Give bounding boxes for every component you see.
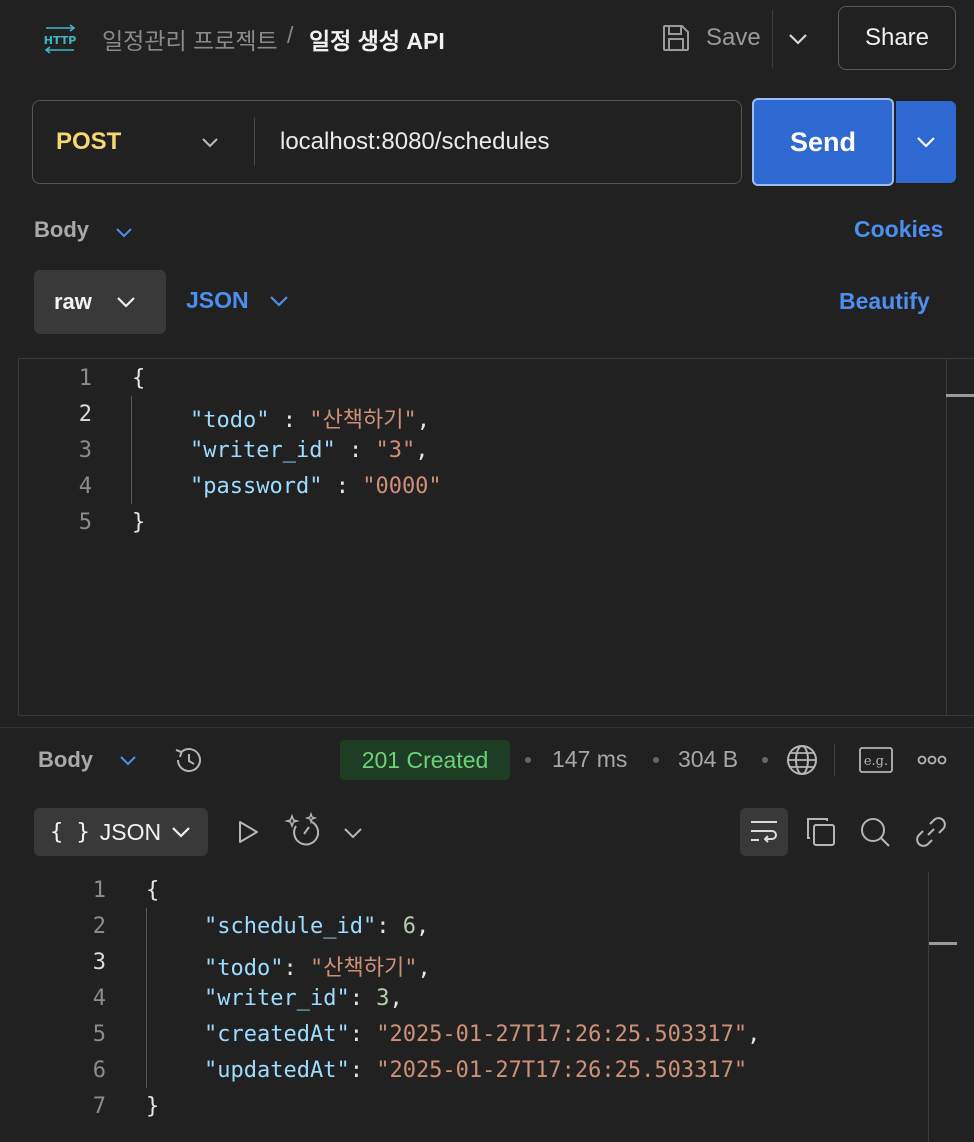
indent-guide: [146, 908, 147, 1088]
body-mode-label: raw: [54, 289, 92, 314]
chevron-down-icon[interactable]: [114, 746, 142, 774]
play-icon[interactable]: [232, 816, 264, 848]
visualize-icon[interactable]: [284, 812, 324, 852]
cookies-link[interactable]: Cookies: [854, 216, 943, 243]
svg-text:HTTP: HTTP: [44, 34, 77, 47]
toolbar-divider: [834, 744, 835, 776]
send-options-button[interactable]: [896, 101, 956, 183]
code-line: }: [132, 510, 146, 535]
request-body-editor[interactable]: [18, 358, 974, 716]
response-format-select[interactable]: { } JSON: [34, 808, 208, 856]
url-divider: [254, 118, 255, 166]
code-line: "createdAt": "2025-01-27T17:26:25.503317…: [204, 1022, 761, 1047]
body-mode-select[interactable]: raw: [34, 270, 166, 334]
code-line: "schedule_id": 6,: [204, 914, 430, 939]
breadcrumb-collection[interactable]: 일정관리 프로젝트: [102, 22, 278, 56]
line-number: 5: [92, 1022, 106, 1047]
chevron-down-icon: [916, 136, 936, 148]
save-label: Save: [706, 24, 761, 51]
code-line: {: [146, 878, 160, 903]
code-line: "todo": "산책하기",: [204, 956, 431, 981]
line-number: 3: [78, 438, 92, 463]
send-button[interactable]: Send: [752, 98, 894, 186]
beautify-button[interactable]: Beautify: [839, 288, 930, 315]
request-title[interactable]: 일정 생성 API: [309, 22, 445, 56]
url-input[interactable]: [280, 126, 720, 158]
share-button[interactable]: Share: [838, 6, 956, 70]
copy-icon[interactable]: [802, 813, 840, 851]
save-icon: [660, 22, 692, 54]
line-number: 4: [78, 474, 92, 499]
chevron-down-icon: [116, 296, 136, 308]
response-scrollbar[interactable]: [929, 942, 957, 945]
code-line: "todo" : "산책하기",: [190, 408, 430, 433]
save-options-button[interactable]: [778, 18, 818, 60]
code-line: "password" : "0000": [190, 474, 442, 499]
line-number: 7: [92, 1094, 106, 1119]
save-button[interactable]: Save: [656, 14, 774, 62]
link-icon[interactable]: [912, 813, 950, 851]
code-line: }: [146, 1094, 160, 1119]
editor-scrollbar[interactable]: [946, 394, 974, 397]
line-number: 4: [92, 986, 106, 1011]
chevron-down-icon[interactable]: [196, 128, 224, 156]
braces-icon: { }: [50, 819, 90, 845]
method-select[interactable]: POST: [56, 128, 121, 156]
pane-divider[interactable]: [0, 727, 974, 728]
line-number: 2: [78, 402, 92, 427]
chevron-down-icon[interactable]: [340, 818, 366, 846]
separator-dot: [525, 757, 531, 763]
search-icon[interactable]: [856, 813, 894, 851]
chevron-down-icon[interactable]: [110, 218, 138, 246]
line-number: 3: [92, 950, 106, 975]
response-body-tab[interactable]: Body: [38, 747, 93, 773]
chevron-down-icon: [171, 826, 191, 838]
http-icon: HTTP: [42, 24, 78, 54]
breadcrumb-separator: /: [287, 22, 294, 48]
request-body-tab[interactable]: Body: [34, 217, 89, 243]
body-format-label: JSON: [186, 287, 249, 313]
code-line: "writer_id" : "3",: [190, 438, 429, 463]
line-number: 1: [92, 878, 106, 903]
code-line: "updatedAt": "2025-01-27T17:26:25.503317…: [204, 1058, 748, 1083]
editor-scrollbar-track: [946, 358, 947, 716]
response-format-label: JSON: [99, 818, 162, 845]
response-scrollbar-track: [928, 872, 929, 1142]
status-badge[interactable]: 201 Created: [340, 740, 510, 780]
globe-icon[interactable]: [784, 742, 820, 778]
indent-guide: [131, 396, 132, 504]
separator-dot: [653, 757, 659, 763]
save-divider: [772, 10, 773, 68]
line-number: 1: [78, 366, 92, 391]
code-line: {: [132, 366, 146, 391]
examples-icon[interactable]: e.g.: [858, 746, 894, 774]
code-line: "writer_id": 3,: [204, 986, 403, 1011]
line-number: 2: [92, 914, 106, 939]
chevron-down-icon: [269, 295, 289, 307]
wrap-lines-button[interactable]: [740, 808, 788, 856]
response-size[interactable]: 304 B: [678, 746, 738, 773]
more-options-icon[interactable]: [914, 746, 950, 774]
chevron-down-icon: [788, 33, 808, 45]
line-number: 5: [78, 510, 92, 535]
wrap-icon: [748, 817, 780, 847]
history-icon[interactable]: [172, 744, 206, 776]
body-format-select[interactable]: JSON: [186, 287, 289, 314]
line-number: 6: [92, 1058, 106, 1083]
response-time[interactable]: 147 ms: [552, 746, 627, 773]
separator-dot: [762, 757, 768, 763]
svg-text:e.g.: e.g.: [864, 754, 888, 769]
